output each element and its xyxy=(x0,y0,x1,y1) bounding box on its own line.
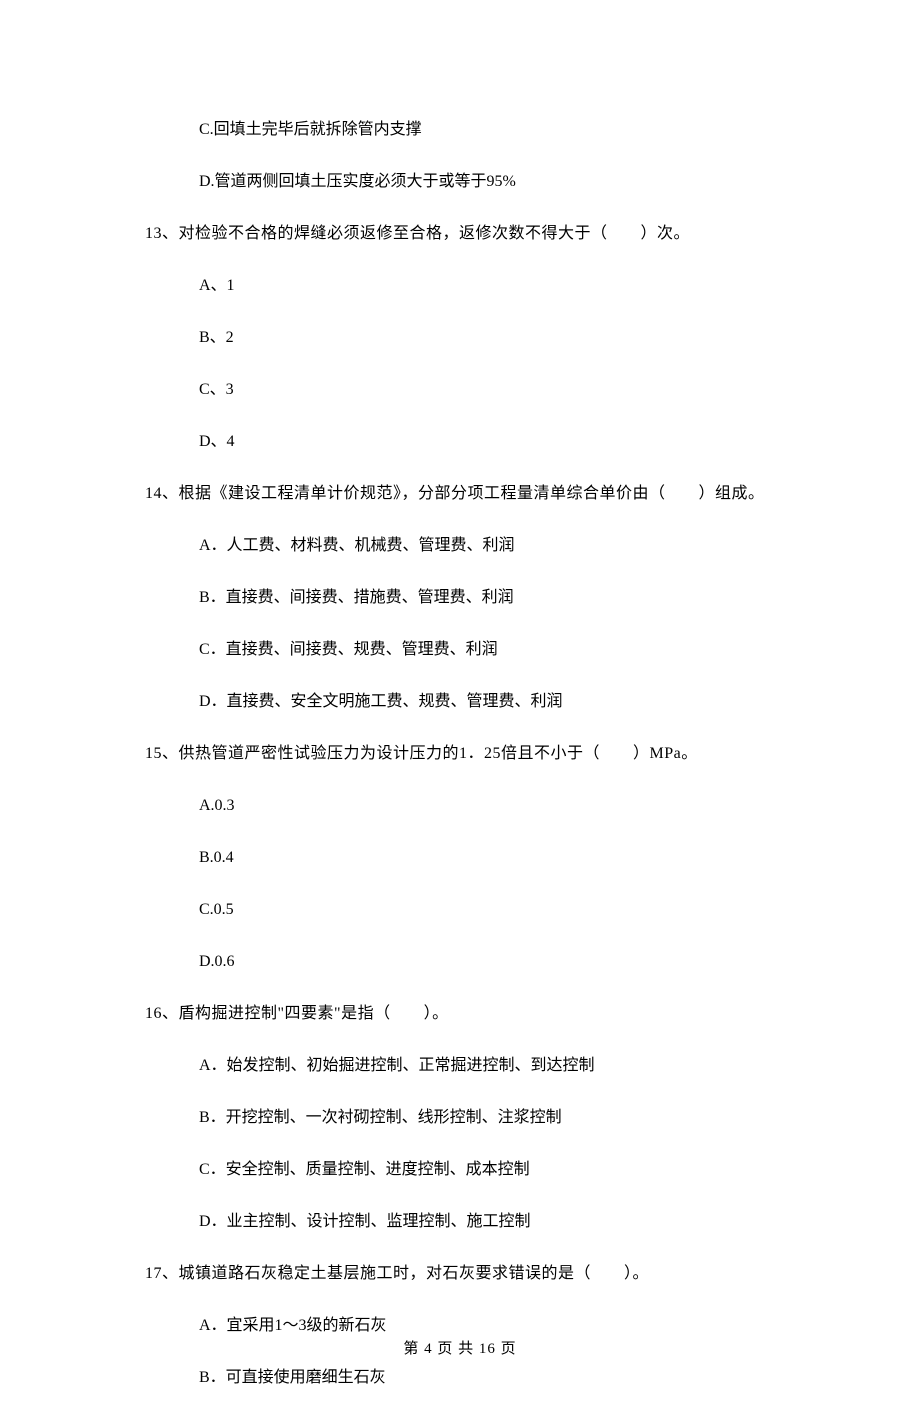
question-text: 16、盾构掘进控制"四要素"是指（ ）。 xyxy=(145,1005,449,1022)
option-line: A．宜采用1～3级的新石灰 xyxy=(145,1314,800,1338)
question-text: 15、供热管道严密性试验压力为设计压力的1．25倍且不小于（ ）MPa。 xyxy=(145,745,698,762)
option-text: D．业主控制、设计控制、监理控制、施工控制 xyxy=(199,1213,531,1230)
option-text: B、2 xyxy=(199,329,234,346)
question-text: 17、城镇道路石灰稳定土基层施工时，对石灰要求错误的是（ ）。 xyxy=(145,1265,649,1282)
option-text: A．宜采用1～3级的新石灰 xyxy=(199,1317,387,1334)
option-text: A．始发控制、初始掘进控制、正常掘进控制、到达控制 xyxy=(199,1057,595,1074)
option-line: B.0.4 xyxy=(145,846,800,870)
question-stem: 14、根据《建设工程清单计价规范》，分部分项工程量清单综合单价由（ ）组成。 xyxy=(145,482,800,506)
option-line: D.管道两侧回填土压实度必须大于或等于95% xyxy=(145,170,800,194)
option-line: B、2 xyxy=(145,326,800,350)
page-content: C.回填土完毕后就拆除管内支撑 D.管道两侧回填土压实度必须大于或等于95% 1… xyxy=(0,0,920,1390)
option-line: A．始发控制、初始掘进控制、正常掘进控制、到达控制 xyxy=(145,1054,800,1078)
question-stem: 16、盾构掘进控制"四要素"是指（ ）。 xyxy=(145,1002,800,1026)
option-text: C．安全控制、质量控制、进度控制、成本控制 xyxy=(199,1161,530,1178)
option-line: B．直接费、间接费、措施费、管理费、利润 xyxy=(145,586,800,610)
option-line: C、3 xyxy=(145,378,800,402)
option-text: C、3 xyxy=(199,381,234,398)
option-line: C．安全控制、质量控制、进度控制、成本控制 xyxy=(145,1158,800,1182)
option-line: D、4 xyxy=(145,430,800,454)
option-line: C.0.5 xyxy=(145,898,800,922)
option-text: A．人工费、材料费、机械费、管理费、利润 xyxy=(199,537,515,554)
option-line: A．人工费、材料费、机械费、管理费、利润 xyxy=(145,534,800,558)
question-text: 14、根据《建设工程清单计价规范》，分部分项工程量清单综合单价由（ ）组成。 xyxy=(145,485,765,502)
question-stem: 13、对检验不合格的焊缝必须返修至合格，返修次数不得大于（ ）次。 xyxy=(145,222,800,246)
option-text: A.0.3 xyxy=(199,797,235,814)
option-text: C.回填土完毕后就拆除管内支撑 xyxy=(199,121,422,138)
option-line: A、1 xyxy=(145,274,800,298)
option-text: D.管道两侧回填土压实度必须大于或等于95% xyxy=(199,173,516,190)
option-line: B．可直接使用磨细生石灰 xyxy=(145,1366,800,1390)
option-line: D．业主控制、设计控制、监理控制、施工控制 xyxy=(145,1210,800,1234)
option-text: D．直接费、安全文明施工费、规费、管理费、利润 xyxy=(199,693,563,710)
document-page: C.回填土完毕后就拆除管内支撑 D.管道两侧回填土压实度必须大于或等于95% 1… xyxy=(0,0,920,1390)
option-line: A.0.3 xyxy=(145,794,800,818)
option-text: D.0.6 xyxy=(199,953,235,970)
option-line: D.0.6 xyxy=(145,950,800,974)
option-text: C.0.5 xyxy=(199,901,234,918)
option-text: D、4 xyxy=(199,433,235,450)
option-line: C．直接费、间接费、规费、管理费、利润 xyxy=(145,638,800,662)
option-line: C.回填土完毕后就拆除管内支撑 xyxy=(145,118,800,142)
question-stem: 15、供热管道严密性试验压力为设计压力的1．25倍且不小于（ ）MPa。 xyxy=(145,742,800,766)
option-text: B．直接费、间接费、措施费、管理费、利润 xyxy=(199,589,514,606)
option-line: B．开挖控制、一次衬砌控制、线形控制、注浆控制 xyxy=(145,1106,800,1130)
option-text: B．可直接使用磨细生石灰 xyxy=(199,1369,386,1386)
option-text: B．开挖控制、一次衬砌控制、线形控制、注浆控制 xyxy=(199,1109,562,1126)
question-text: 13、对检验不合格的焊缝必须返修至合格，返修次数不得大于（ ）次。 xyxy=(145,225,690,242)
option-text: C．直接费、间接费、规费、管理费、利润 xyxy=(199,641,498,658)
page-footer: 第 4 页 共 16 页 xyxy=(0,1338,920,1361)
option-text: A、1 xyxy=(199,277,235,294)
option-text: B.0.4 xyxy=(199,849,234,866)
page-number: 第 4 页 共 16 页 xyxy=(403,1341,516,1357)
option-line: D．直接费、安全文明施工费、规费、管理费、利润 xyxy=(145,690,800,714)
question-stem: 17、城镇道路石灰稳定土基层施工时，对石灰要求错误的是（ ）。 xyxy=(145,1262,800,1286)
